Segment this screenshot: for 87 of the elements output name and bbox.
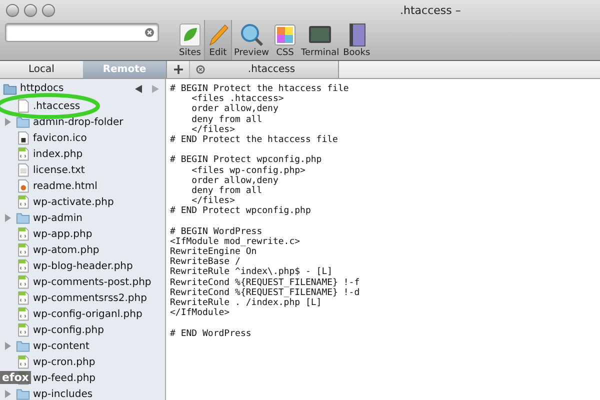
tab-label: .htaccess (246, 64, 296, 75)
editor-tab[interactable]: .htaccess (190, 61, 339, 78)
php-file-icon (16, 195, 30, 209)
code-line: deny from all (190, 186, 264, 196)
php-file-icon (16, 323, 30, 337)
code-line: </files> (190, 124, 236, 135)
forward-icon[interactable] (151, 84, 159, 92)
disclosure-icon[interactable] (5, 118, 11, 126)
code-line: <IfModule mod_rewrite.c> (170, 236, 302, 247)
code-line: # END Protect the htaccess file (170, 134, 339, 146)
code-line: # BEGIN WordPress (170, 226, 264, 237)
file-name[interactable]: wp-content (33, 340, 90, 352)
minimize-button[interactable] (24, 4, 37, 16)
file-name[interactable]: wp-blog-header.php (33, 260, 133, 272)
code-line: </files> (190, 196, 236, 206)
toolbar-button[interactable]: Books (341, 20, 372, 60)
php-file-icon (16, 147, 30, 161)
code-line: <files wp-config.php> (190, 166, 306, 176)
disclosure-icon[interactable] (5, 214, 11, 222)
code-line: order allow,deny (190, 176, 280, 186)
code-line: RewriteBase / (170, 257, 240, 268)
file-name[interactable]: wp-config-origanl.php (33, 308, 142, 320)
php-file-icon (16, 291, 30, 305)
file-name[interactable]: wp-activate.php (33, 196, 114, 208)
clear-icon (145, 28, 154, 37)
plus-icon (174, 65, 182, 74)
folder-icon (16, 115, 30, 129)
code-line: RewriteEngine On (170, 247, 258, 257)
php-file-icon (16, 275, 30, 289)
file-name[interactable]: wp-includes (33, 388, 93, 400)
disclosure-icon[interactable] (5, 390, 11, 398)
file-name[interactable]: wp-commentsrss2.php (33, 292, 147, 304)
file-name[interactable]: wp-admin (33, 212, 82, 224)
disclosure-icon[interactable] (5, 342, 11, 350)
file-name[interactable]: license.txt (33, 164, 85, 176)
toolbar-button[interactable]: CSS (271, 20, 300, 60)
folder-icon (16, 339, 30, 353)
dock-label: efox (0, 371, 31, 384)
toolbar-button[interactable]: Preview (232, 20, 272, 60)
file-name[interactable]: wp-cron.php (33, 356, 96, 368)
html-file-icon (16, 179, 30, 193)
close-tab-icon (196, 65, 205, 74)
php-file-icon (16, 355, 30, 369)
file-name[interactable]: wp-config.php (33, 324, 104, 336)
code-line: </IfModule> (170, 308, 231, 318)
code-line: # BEGIN Protect the htaccess file (170, 84, 350, 94)
code-line: RewriteRule . /index.php [L] (170, 298, 323, 308)
code-line: RewriteRule ^index\.php$ - [L] (170, 267, 334, 278)
file-name[interactable]: index.php (33, 148, 83, 160)
php-file-icon (16, 307, 30, 321)
file-name[interactable]: wp-atom.php (33, 244, 100, 256)
panel-tab[interactable]: Local (0, 61, 83, 78)
code-line: order allow,deny (190, 104, 280, 115)
folder-icon (3, 82, 17, 96)
zoom-button[interactable] (42, 4, 55, 16)
code-line: # END Protect wpconfig.php (170, 206, 312, 216)
code-line: deny from all (190, 114, 264, 125)
file-name[interactable]: wp-feed.php (33, 372, 96, 384)
palette-icon (273, 23, 298, 47)
image-file-icon (16, 131, 30, 145)
file-name[interactable]: admin-drop-folder (33, 116, 124, 128)
file-name[interactable]: wp-app.php (33, 228, 92, 240)
code-line: <files .htaccess> (190, 94, 285, 104)
text-file-icon (16, 163, 30, 177)
close-button[interactable] (6, 4, 19, 16)
file-name[interactable]: favicon.ico (33, 132, 87, 144)
back-icon[interactable] (135, 84, 143, 92)
toolbar-button[interactable]: Edit (204, 20, 232, 60)
file-name[interactable]: readme.html (33, 180, 98, 192)
window-title: .htaccess – (400, 4, 461, 16)
file-name[interactable]: wp-comments-post.php (33, 276, 152, 288)
file-icon (16, 99, 30, 113)
folder-icon (16, 211, 30, 225)
folder-icon (16, 387, 30, 400)
leaf-icon (178, 23, 202, 47)
code-line: # END WordPress (170, 328, 252, 339)
toolbar-button[interactable]: Terminal (299, 20, 342, 60)
php-file-icon (16, 243, 30, 257)
search-field[interactable] (5, 23, 159, 42)
path-label[interactable]: httpdocs (20, 83, 64, 94)
code-line: RewriteCond %{REQUEST_FILENAME} !-d (170, 288, 361, 298)
toolbar-button[interactable]: Sites (176, 20, 204, 60)
php-file-icon (16, 259, 30, 273)
php-file-icon (16, 227, 30, 241)
code-line: RewriteCond %{REQUEST_FILENAME} !-f (170, 278, 361, 288)
code-line: # BEGIN Protect wpconfig.php (170, 155, 323, 166)
magnifier-icon (240, 23, 264, 47)
